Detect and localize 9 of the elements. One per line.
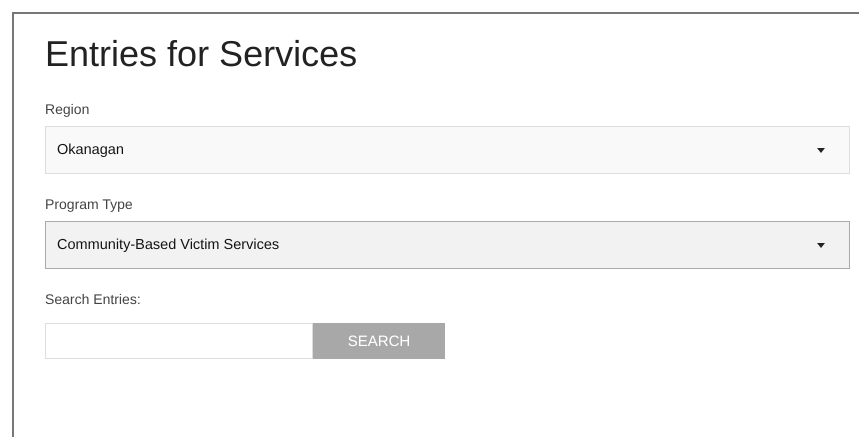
caret-icon bbox=[817, 148, 825, 152]
dropdown[interactable]: Community-Based Victim Services bbox=[45, 221, 850, 269]
field-label: Region bbox=[45, 101, 90, 117]
caret-icon bbox=[817, 242, 825, 248]
field-label: Search Entries: bbox=[45, 291, 141, 307]
dropdown[interactable]: Okanagan bbox=[45, 126, 850, 174]
page-title: Entries for Services bbox=[45, 34, 358, 74]
field-label: Program Type bbox=[45, 196, 133, 212]
search-field[interactable] bbox=[45, 323, 313, 359]
